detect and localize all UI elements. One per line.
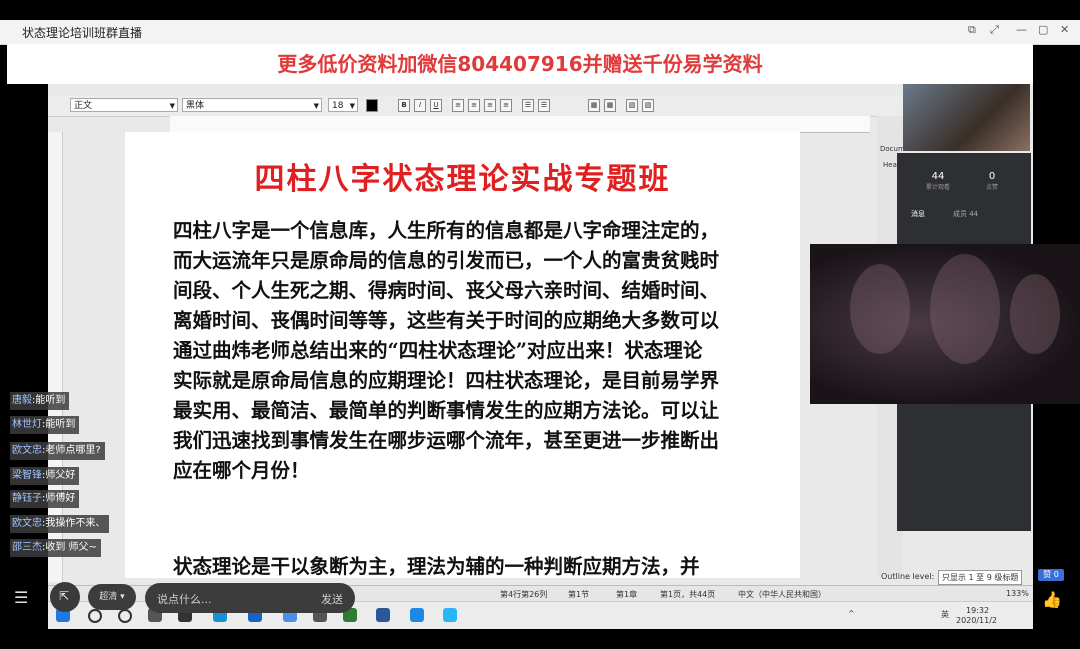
ime-indicator[interactable]: 英 [941,609,949,620]
tab-members[interactable]: 成员 44 [953,209,978,219]
close-icon[interactable]: ✕ [1060,23,1069,36]
maximize-icon[interactable]: ▢ [1038,23,1048,36]
like-icon[interactable]: 👍 [1042,590,1062,609]
cortana-icon[interactable] [118,609,132,623]
align-left-button[interactable]: ≡ [452,99,464,112]
clock-time: 19:32 [966,606,990,615]
document-line: 离婚时间、丧偶时间等等，这些有关于时间的应期绝大多数可以 [173,309,720,332]
document-line: 我们迅速找到事情发生在哪步运哪个流年，甚至更进一步推断出 [173,429,720,452]
document-line: 实际就是原命局信息的应期理论！四柱状态理论，是目前易学界 [173,369,720,392]
document-line: 通过曲炜老师总结出来的“四柱状态理论”对应出来！状态理论 [173,339,703,362]
like-count-badge: 赞 0 [1038,569,1064,581]
document-line: 最实用、最简洁、最简单的判断事情发生的应期方法论。可以让 [173,399,720,422]
pointer-app-icon[interactable] [410,608,424,622]
document-paragraph: 四柱八字是一个信息库，人生所有的信息都是八字命理注定的， 而大运流年只是原命局的… [173,216,758,486]
bold-button[interactable]: B [398,99,410,112]
overlay-video [810,244,1080,404]
likes-stat: 0 点赞 [985,171,998,191]
cursor-position: 第4行第26列 [500,590,548,599]
heading-label: Hea [883,161,897,169]
window-title: 状态理论培训班群直播 [22,26,143,40]
document-heading: 四柱八字状态理论实战专题班 [254,162,671,197]
chat-message: 梁智锋:师父好 [10,467,80,485]
font-select[interactable]: 黑体 ▼ [182,98,322,112]
window-titlebar: 状态理论培训班群直播 ⧉ ⤢ — ▢ ✕ [0,20,1080,45]
document-line: 四柱八字是一个信息库，人生所有的信息都是八字命理注定的， [173,219,720,242]
format-toolbar: 正文 ▼ 黑体 ▼ 18 ▼ B I U ≡ ≡ ≡ ≡ ☰ ☰ ▦ ▦ ▧ ▧ [48,96,903,117]
justify-button[interactable]: ≡ [500,99,512,112]
zoom-level[interactable]: 133% [1006,589,1029,598]
shading-button[interactable]: ▧ [626,99,638,112]
menu-icon[interactable]: ☰ [14,588,28,607]
live-app-icon[interactable] [443,608,457,622]
document-line: 而大运流年只是原命局的信息的引发而已，一个人的富贵贫贱时 [173,249,720,272]
tab-messages[interactable]: 消息 [911,209,925,219]
document-label: Docum [880,145,905,153]
minimize-icon[interactable]: — [1016,23,1027,36]
chat-message: 欧文忠:老师点哪里? [10,442,105,460]
align-right-button[interactable]: ≡ [484,99,496,112]
restore-icon[interactable]: ⧉ [968,23,976,37]
align-center-button[interactable]: ≡ [468,99,480,112]
font-color-button[interactable] [366,99,378,112]
viewers-stat: 44 累计观看 [925,171,950,191]
list-button[interactable]: ☰ [522,99,534,112]
chat-input[interactable]: 说点什么... 发送 [145,583,355,613]
section-info: 第1节 [568,590,590,599]
document-line: 间段、个人生死之期、得病时间、丧父母六亲时间、结婚时间、 [173,279,720,302]
language-info: 中文（中华人民共和国） [738,590,826,599]
underline-button[interactable]: U [430,99,442,112]
chat-message: 邵三杰:收到 师父~ [10,539,101,557]
chat-message: 唐毅:能听到 [10,392,70,410]
document-line-partial: 状态理论是干以象断为主，理法为辅的一种判断应期方法，并 [173,555,700,578]
chat-message: 静钰子:师傅好 [10,490,80,508]
page-count: 第1页，共44页 [660,590,716,599]
style-select[interactable]: 正文 ▼ [70,98,178,112]
document-line: 应在哪个月份！ [173,459,310,482]
tray-chevron-icon[interactable]: ^ [848,609,855,618]
promo-banner: 更多低价资料加微信804407916并赠送千份易学资料 [7,44,1033,84]
chat-message: 林世灯:能听到 [10,416,80,434]
font-size-select[interactable]: 18 ▼ [328,98,358,112]
search-icon[interactable] [88,609,102,623]
chat-message: 欧文忠:我操作不来、 [10,515,110,533]
table-button[interactable]: ▦ [588,99,600,112]
document-page[interactable]: 四柱八字状态理论实战专题班 四柱八字是一个信息库，人生所有的信息都是八字命理注定… [125,132,800,578]
share-button[interactable]: ⇱ [50,582,80,612]
word-icon[interactable] [376,608,390,622]
clock-date: 2020/11/2 [956,616,998,625]
presenter-webcam [903,84,1030,151]
outline-label: Outline level: [881,572,935,581]
share-icon: ⇱ [59,589,70,603]
chapter-info: 第1章 [616,590,638,599]
border-button[interactable]: ▦ [604,99,616,112]
quality-selector[interactable]: 超清 ▾ [88,584,136,610]
outline-select[interactable]: 只显示 1 至 9 级标题 [938,570,1023,585]
horizontal-ruler [170,116,870,133]
numbered-list-button[interactable]: ☰ [538,99,550,112]
fullscreen-icon[interactable]: ⤢ [990,23,999,37]
italic-button[interactable]: I [414,99,426,112]
send-button[interactable]: 发送 [321,591,343,607]
highlight-button[interactable]: ▧ [642,99,654,112]
